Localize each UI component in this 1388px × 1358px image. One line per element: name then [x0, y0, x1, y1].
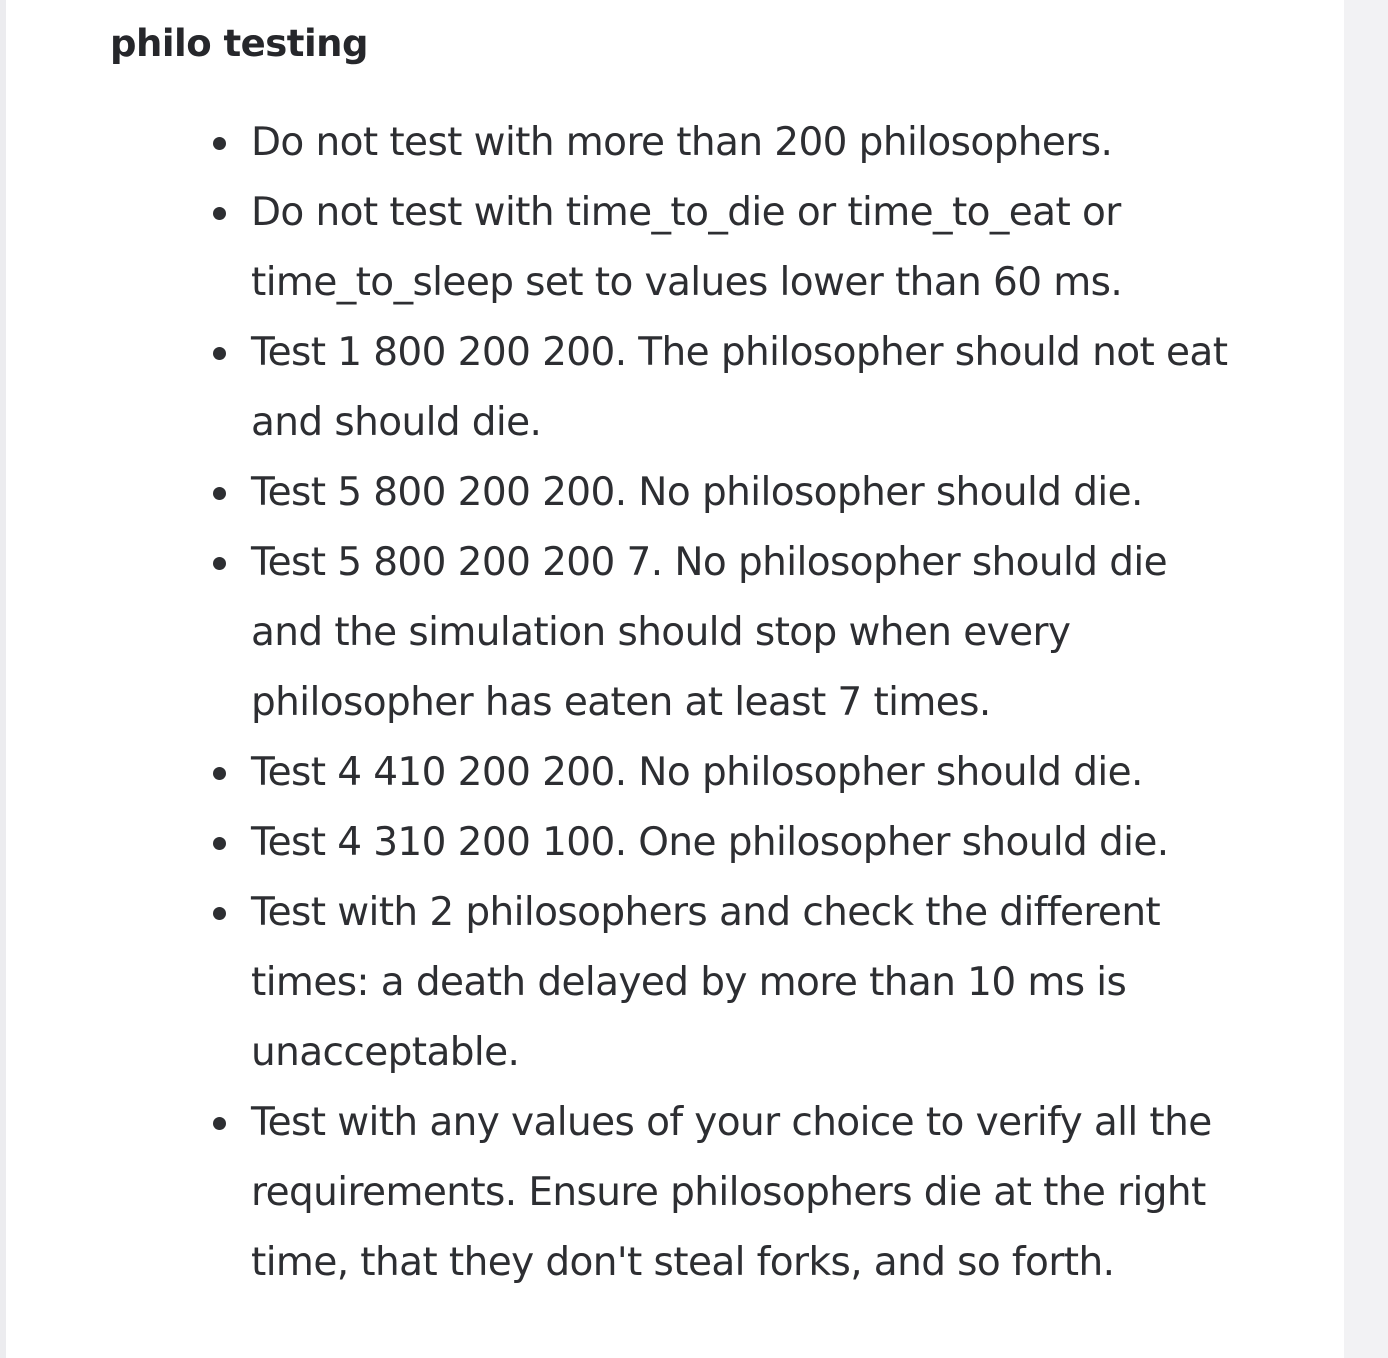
list-item-text: Test 5 800 200 200 7. No philosopher sho… — [251, 540, 1168, 725]
bullet-icon — [213, 767, 226, 780]
section-heading: philo testing — [110, 22, 369, 65]
bullet-icon — [213, 347, 226, 360]
bullet-icon — [213, 837, 226, 850]
list-item: Do not test with more than 200 philosoph… — [213, 108, 1231, 178]
list-item: Test 4 410 200 200. No philosopher shoul… — [213, 738, 1231, 808]
list-item-text: Test 4 410 200 200. No philosopher shoul… — [251, 750, 1143, 795]
list-item-text: Test 1 800 200 200. The philosopher shou… — [251, 330, 1228, 445]
bullet-icon — [213, 487, 226, 500]
list-item: Test 1 800 200 200. The philosopher shou… — [213, 318, 1231, 458]
list-item-text: Test 4 310 200 100. One philosopher shou… — [251, 820, 1169, 865]
list-item: Test with 2 philosophers and check the d… — [213, 878, 1231, 1088]
list-item: Test 4 310 200 100. One philosopher shou… — [213, 808, 1231, 878]
bullet-icon — [213, 557, 226, 570]
document-page: philo testing Do not test with more than… — [6, 0, 1344, 1358]
right-margin-strip — [1344, 0, 1388, 1358]
list-item-text: Test with any values of your choice to v… — [251, 1100, 1212, 1285]
bullet-icon — [213, 137, 226, 150]
testing-rules-list: Do not test with more than 200 philosoph… — [213, 108, 1231, 1298]
list-item-text: Test with 2 philosophers and check the d… — [251, 890, 1161, 1075]
list-item: Test with any values of your choice to v… — [213, 1088, 1231, 1298]
bullet-icon — [213, 907, 226, 920]
list-item-text: Test 5 800 200 200. No philosopher shoul… — [251, 470, 1143, 515]
list-item: Do not test with time_to_die or time_to_… — [213, 178, 1231, 318]
list-item: Test 5 800 200 200 7. No philosopher sho… — [213, 528, 1231, 738]
list-item-text: Do not test with more than 200 philosoph… — [251, 120, 1113, 165]
bullet-icon — [213, 1117, 226, 1130]
bullet-icon — [213, 207, 226, 220]
list-item-text: Do not test with time_to_die or time_to_… — [251, 190, 1123, 305]
list-item: Test 5 800 200 200. No philosopher shoul… — [213, 458, 1231, 528]
